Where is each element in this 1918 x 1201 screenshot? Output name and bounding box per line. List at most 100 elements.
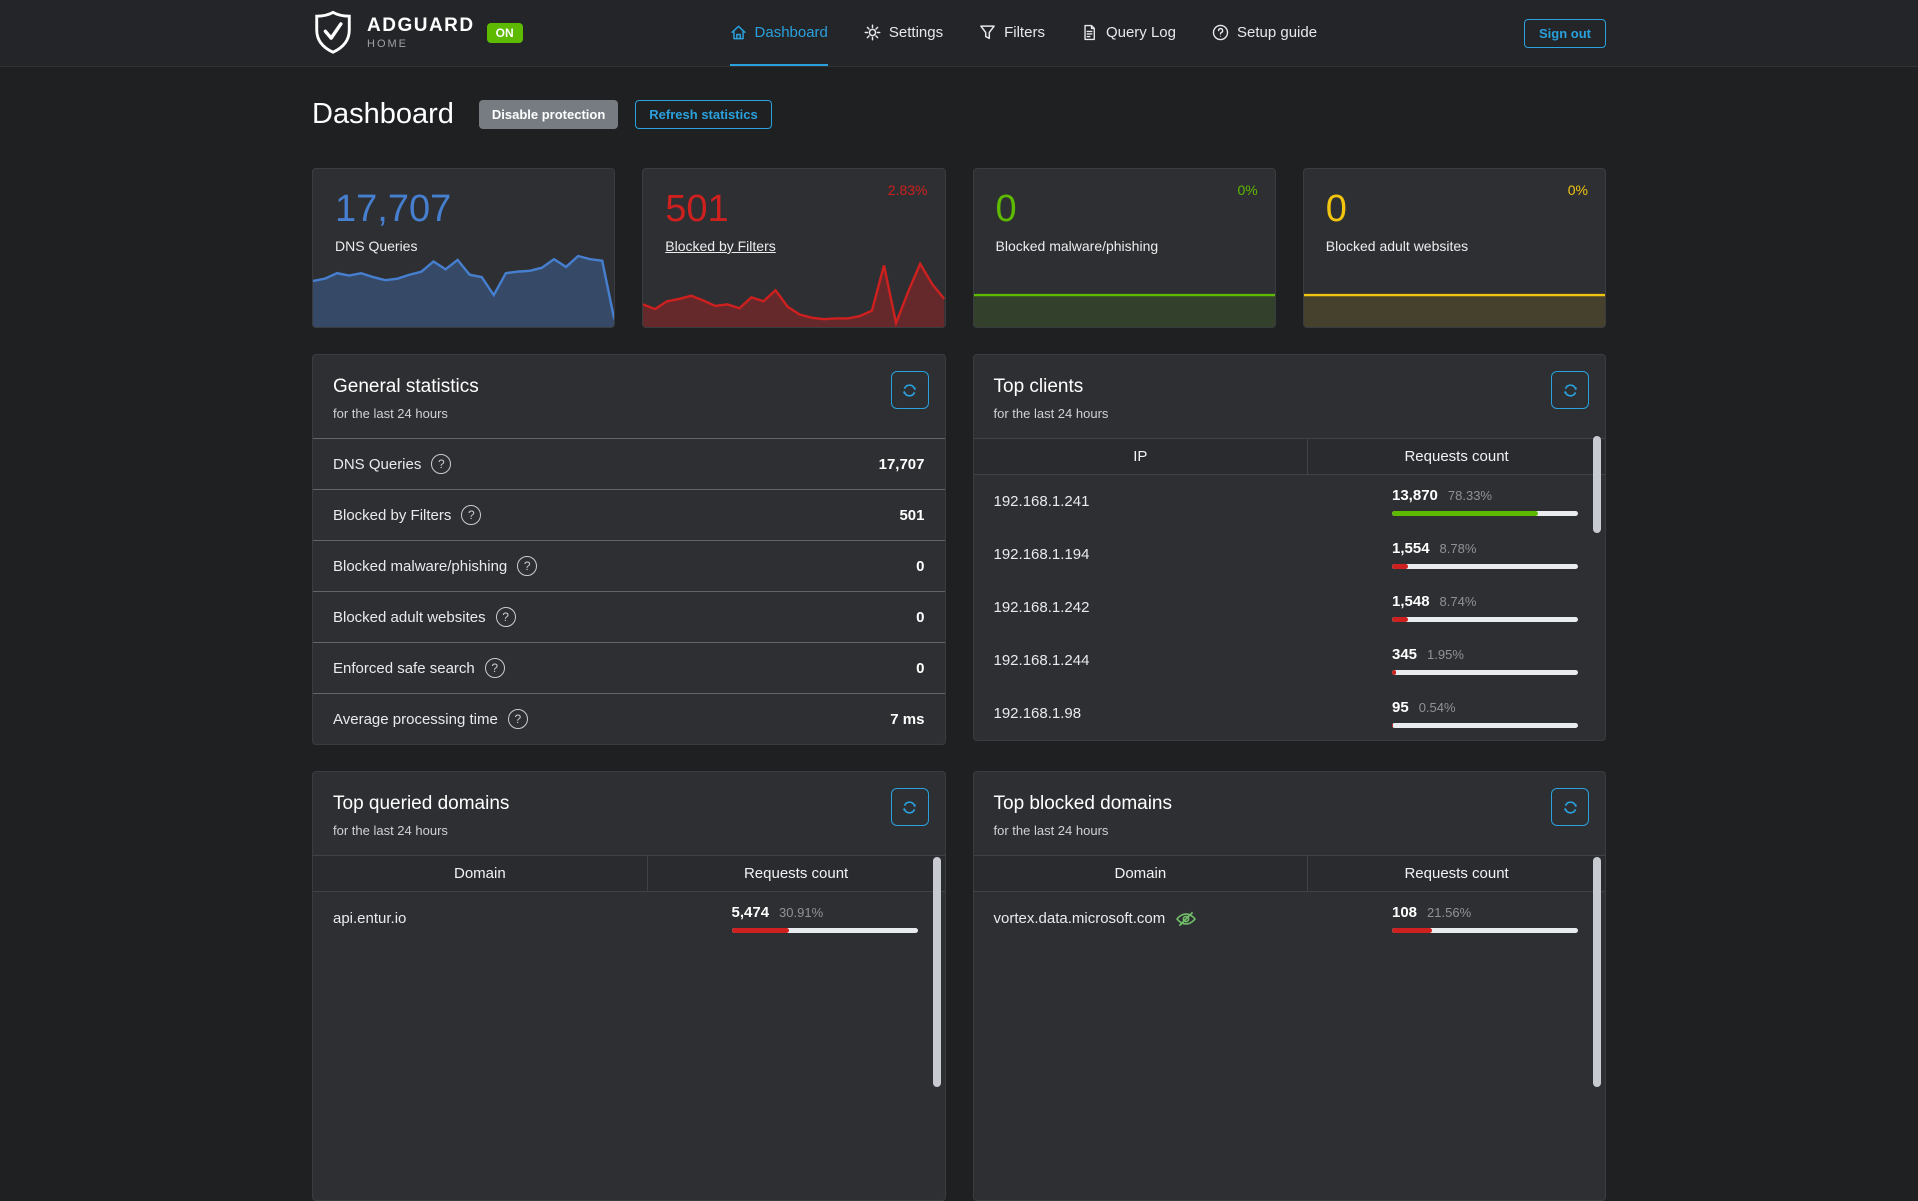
nav-item-setup-guide[interactable]: Setup guide — [1212, 0, 1317, 66]
nav-item-filters[interactable]: Filters — [979, 0, 1045, 66]
nav-item-label: Filters — [1004, 24, 1045, 41]
help-icon[interactable]: ? — [517, 556, 537, 576]
panel-subtitle: for the last 24 hours — [333, 823, 925, 838]
stat-row-label: DNS Queries — [333, 456, 421, 473]
stat-row-label: Blocked malware/phishing — [333, 558, 507, 575]
stat-card-value: 0 — [1326, 189, 1605, 231]
general-statistics-row: Blocked adult websites? 0 — [313, 591, 945, 642]
vertical-scrollbar-thumb[interactable] — [1593, 857, 1601, 1087]
brand-title: ADGUARD — [367, 16, 475, 35]
refresh-button[interactable] — [891, 371, 929, 409]
refresh-icon — [1562, 799, 1579, 816]
refresh-icon — [1562, 382, 1579, 399]
column-header-requests-count: Requests count — [1308, 856, 1605, 891]
column-header-domain: Domain — [313, 856, 648, 891]
stat-card-percent: 0% — [1568, 182, 1588, 198]
stat-row-label: Average processing time — [333, 711, 498, 728]
disable-protection-button[interactable]: Disable protection — [479, 100, 618, 129]
stat-row-value: 17,707 — [879, 456, 925, 473]
column-header-requests-count: Requests count — [648, 856, 945, 891]
eye-off-icon — [1175, 908, 1197, 930]
main-nav: Dashboard Settings Filters Query Log Setup g… — [523, 0, 1524, 66]
nav-item-settings[interactable]: Settings — [864, 0, 943, 66]
page-title: Dashboard — [312, 98, 454, 131]
help-icon[interactable]: ? — [496, 607, 516, 627]
requests-count: 108 — [1392, 904, 1417, 921]
sparkline-chart — [1304, 249, 1605, 327]
stat-row-value: 501 — [899, 507, 924, 524]
stat-row-label: Blocked adult websites — [333, 609, 486, 626]
sparkline-chart — [643, 249, 944, 327]
refresh-button[interactable] — [891, 788, 929, 826]
general-statistics-row: Blocked by Filters?501 — [313, 489, 945, 540]
requests-percent: 21.56% — [1427, 905, 1471, 920]
help-icon[interactable]: ? — [508, 709, 528, 729]
panel-subtitle: for the last 24 hours — [994, 823, 1586, 838]
requests-percent: 1.95% — [1427, 647, 1464, 662]
row-name[interactable]: 192.168.1.98 — [994, 705, 1082, 722]
help-icon[interactable]: ? — [461, 505, 481, 525]
stat-card-value: 0 — [996, 189, 1275, 231]
panel-subtitle: for the last 24 hours — [994, 406, 1586, 421]
top-client-row: 192.168.1.2421,5488.74% — [974, 581, 1606, 634]
nav-item-dashboard[interactable]: Dashboard — [730, 0, 828, 66]
column-header-ip: IP — [974, 439, 1309, 474]
nav-item-query-log[interactable]: Query Log — [1081, 0, 1176, 66]
help-icon[interactable]: ? — [485, 658, 505, 678]
requests-progress-bar — [1392, 564, 1578, 569]
brand-subtitle: HOME — [367, 38, 475, 50]
general-statistics-row: Blocked malware/phishing?0 — [313, 540, 945, 591]
requests-progress-bar — [1392, 670, 1578, 675]
vertical-scrollbar-thumb[interactable] — [933, 857, 941, 1087]
stat-row-value: 0 — [916, 609, 924, 626]
requests-progress-bar — [1392, 723, 1578, 728]
adguard-home-brand[interactable]: ADGUARD HOME ON — [312, 0, 523, 66]
top-client-row: 192.168.1.98 95 0.54% — [974, 687, 1606, 740]
sparkline-chart — [974, 249, 1275, 327]
dashboard-page: Dashboard Disable protection Refresh sta… — [312, 98, 1606, 1201]
nav-item-label: Settings — [889, 24, 943, 41]
nav-item-label: Query Log — [1106, 24, 1176, 41]
requests-count: 95 — [1392, 699, 1409, 716]
column-header-requests-count: Requests count — [1308, 439, 1605, 474]
stat-card-dns-queries: 17,707DNS Queries — [312, 168, 615, 328]
top-blocked-domains-panel: Top blocked domains for the last 24 hour… — [973, 771, 1607, 1201]
stat-card-percent: 2.83% — [888, 182, 928, 198]
stat-row-label: Enforced safe search — [333, 660, 475, 677]
stat-card-percent: 0% — [1238, 182, 1258, 198]
requests-count: 1,554 — [1392, 540, 1430, 557]
top-queried-domain-row: api.entur.io5,47430.91% — [313, 892, 945, 945]
requests-percent: 78.33% — [1448, 488, 1492, 503]
panel-title: General statistics — [333, 376, 925, 398]
requests-count: 345 — [1392, 646, 1417, 663]
requests-progress-bar — [732, 928, 918, 933]
requests-count: 5,474 — [732, 904, 770, 921]
question-icon — [1212, 24, 1229, 41]
panel-title: Top clients — [994, 376, 1586, 398]
refresh-button[interactable] — [1551, 788, 1589, 826]
vertical-scrollbar-thumb[interactable] — [1593, 436, 1601, 533]
row-name[interactable]: vortex.data.microsoft.com — [994, 910, 1166, 927]
stat-card-blocked-malware-phishing: 0%0Blocked malware/phishing — [973, 168, 1276, 328]
panel-title: Top blocked domains — [994, 793, 1586, 815]
general-statistics-panel: General statistics for the last 24 hours… — [312, 354, 946, 745]
requests-count: 1,548 — [1392, 593, 1430, 610]
protection-status-badge: ON — [487, 23, 523, 43]
stat-row-value: 0 — [916, 660, 924, 677]
row-name[interactable]: 192.168.1.242 — [994, 599, 1090, 616]
panel-subtitle: for the last 24 hours — [333, 406, 925, 421]
row-name[interactable]: 192.168.1.244 — [994, 652, 1090, 669]
home-icon — [730, 24, 747, 41]
top-client-row: 192.168.1.244 345 1.95% — [974, 634, 1606, 687]
sign-out-button[interactable]: Sign out — [1524, 19, 1606, 48]
refresh-statistics-button[interactable]: Refresh statistics — [635, 100, 771, 129]
requests-percent: 0.54% — [1419, 700, 1456, 715]
row-name[interactable]: 192.168.1.194 — [994, 546, 1090, 563]
row-name[interactable]: api.entur.io — [333, 910, 406, 927]
row-name[interactable]: 192.168.1.241 — [994, 493, 1090, 510]
help-icon[interactable]: ? — [431, 454, 451, 474]
refresh-button[interactable] — [1551, 371, 1589, 409]
stat-card-blocked-adult-websites: 0%0Blocked adult websites — [1303, 168, 1606, 328]
top-client-row: 192.168.1.241 13,870 78.33% — [974, 475, 1606, 528]
requests-count: 13,870 — [1392, 487, 1438, 504]
